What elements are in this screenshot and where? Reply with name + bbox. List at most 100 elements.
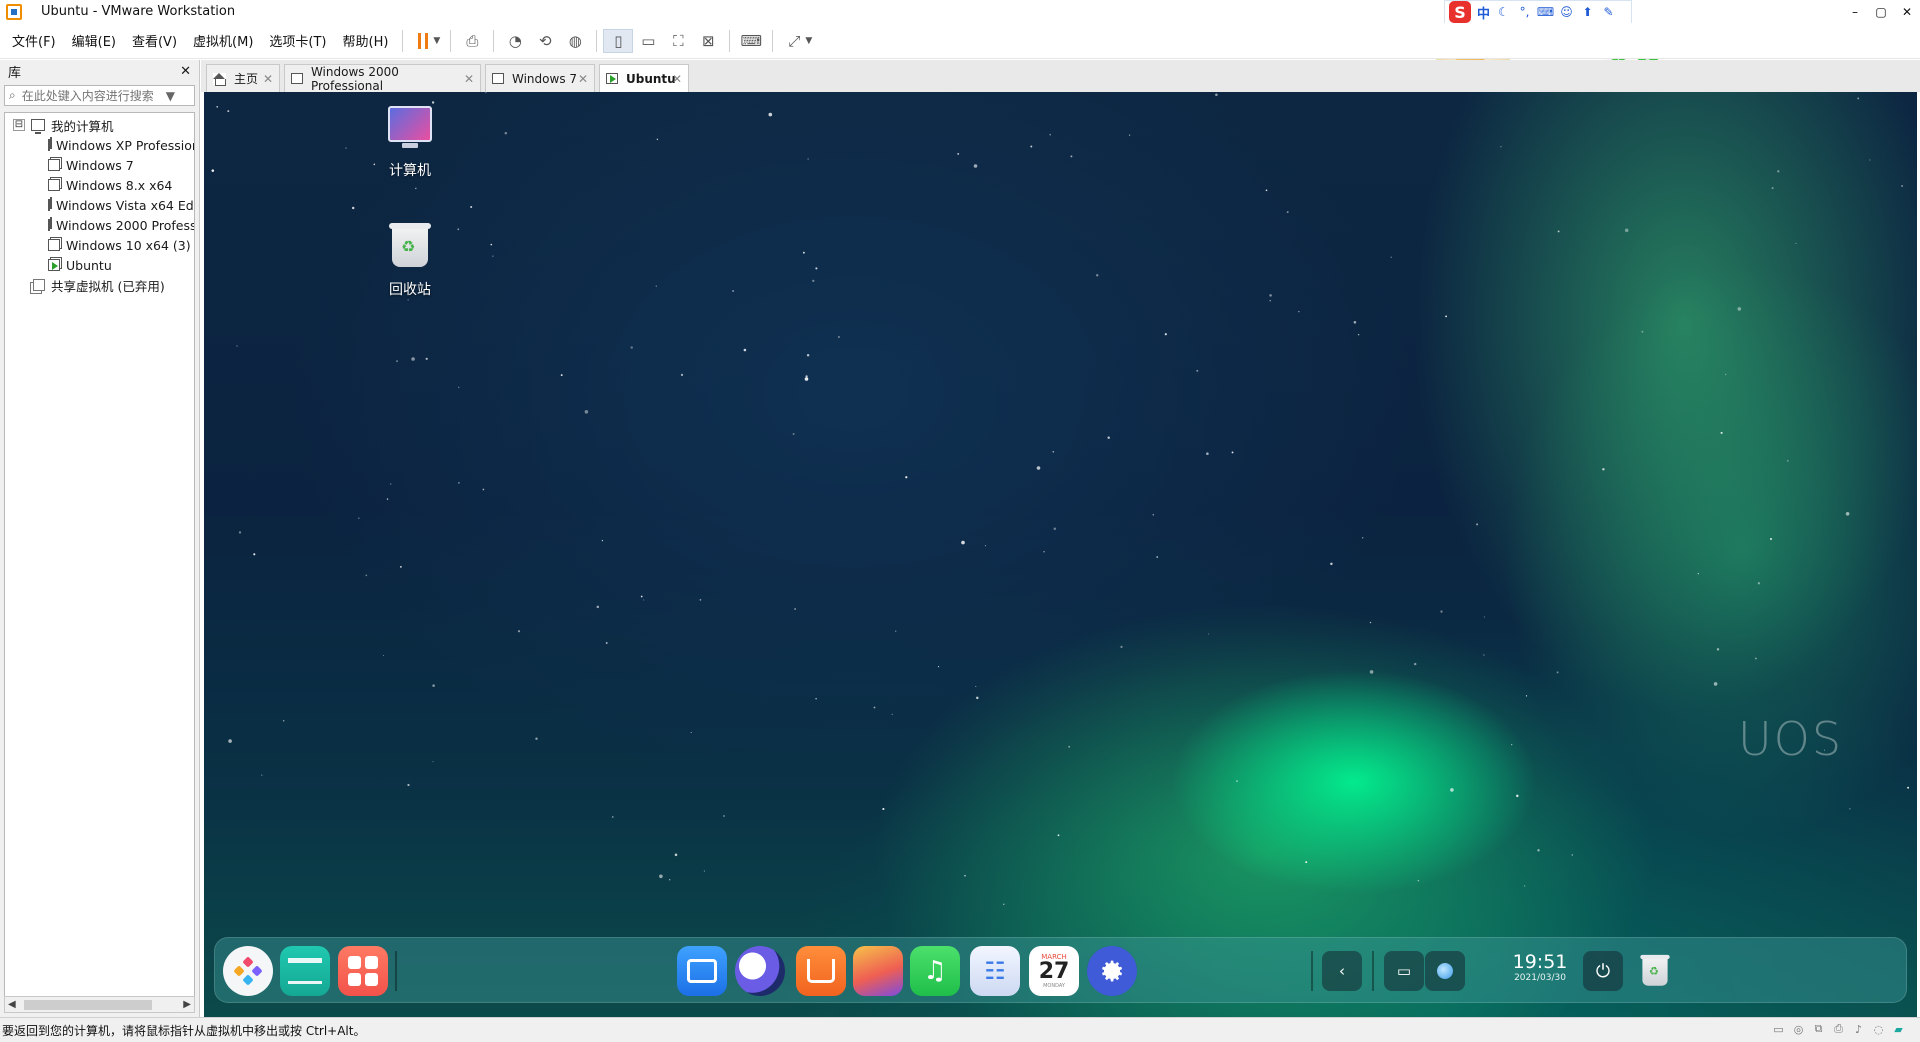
show-library-button[interactable]: ▯ — [603, 28, 634, 53]
full-screen-button[interactable]: ⛶ — [663, 29, 693, 53]
ime-mode-toggle[interactable]: 中 — [1477, 3, 1490, 22]
tab-windows-2000[interactable]: Windows 2000 Professional ✕ — [284, 64, 481, 93]
ime-toolbar[interactable]: S 中 ☾ °, ⌨ ☺ ⬆ ✎ — [1444, 0, 1632, 24]
tree-item-shared-vms[interactable]: 共享虚拟机 (已弃用) — [5, 275, 194, 295]
desktop-icon-computer[interactable]: 计算机 — [365, 106, 455, 180]
maximize-button[interactable]: ▢ — [1868, 0, 1894, 23]
music-icon[interactable]: ♫ — [910, 946, 960, 996]
star — [1286, 211, 1289, 214]
menu-vm[interactable]: 虚拟机(M) — [185, 31, 261, 50]
tree-item-vm[interactable]: Windows Vista x64 Edition — [5, 195, 194, 215]
calendar-icon[interactable]: MARCH 27 MONDAY — [1029, 946, 1079, 996]
image-viewer-icon[interactable] — [853, 946, 903, 996]
launcher-icon[interactable] — [223, 946, 273, 996]
browser-icon[interactable] — [735, 946, 785, 996]
revert-snapshot-button[interactable]: ⟲ — [530, 29, 560, 53]
chevron-down-icon[interactable]: ▼ — [433, 36, 440, 46]
hard-disk-icon[interactable]: ▭ — [1771, 1022, 1786, 1036]
tree-item-vm[interactable]: Windows 2000 Professional — [5, 215, 194, 235]
snapshot-manager-button[interactable]: ◍ — [560, 29, 590, 53]
moon-icon[interactable]: ☾ — [1496, 5, 1511, 19]
star — [1757, 582, 1761, 585]
wrench-icon[interactable]: ✎ — [1601, 5, 1616, 19]
app-store-icon[interactable] — [796, 946, 846, 996]
guest-desktop[interactable]: 计算机 回收站 UOS — [204, 92, 1917, 1017]
close-icon[interactable]: ✕ — [263, 72, 273, 86]
desktop-icon-trash[interactable]: 回收站 — [365, 223, 455, 299]
network-icon[interactable] — [1425, 951, 1465, 991]
menu-file[interactable]: 文件(F) — [4, 31, 64, 50]
star — [1777, 170, 1780, 173]
library-horizontal-scrollbar[interactable]: ◀ ▶ — [4, 996, 195, 1013]
trash-icon[interactable] — [1635, 951, 1675, 991]
tree-root-my-computer[interactable]: ⊟ 我的计算机 — [5, 115, 194, 135]
collapse-toggle-icon[interactable]: ⊟ — [13, 119, 25, 131]
power-icon[interactable]: ⏻ — [1583, 951, 1623, 991]
tab-home[interactable]: 主页 ✕ — [206, 64, 280, 92]
folder-glyph — [687, 959, 717, 983]
star — [1511, 744, 1513, 746]
shirt-icon[interactable]: ⬆ — [1580, 5, 1595, 19]
settings-icon[interactable]: ⚙ — [1087, 946, 1137, 996]
file-manager-icon[interactable] — [677, 946, 727, 996]
tab-bar: 主页 ✕ Windows 2000 Professional ✕ Windows… — [201, 60, 1920, 93]
close-icon[interactable]: ✕ — [464, 72, 474, 86]
star — [596, 605, 600, 609]
chevron-down-icon[interactable]: ▼ — [805, 36, 812, 46]
tab-windows-7[interactable]: Windows 7 ✕ — [485, 64, 595, 92]
toolbar-separator — [450, 29, 452, 52]
network-adapter-icon[interactable]: ⧉ — [1811, 1022, 1826, 1036]
calendar-weekday: MONDAY — [1043, 983, 1065, 989]
scroll-right-icon[interactable]: ▶ — [183, 999, 191, 1010]
star — [1269, 294, 1272, 297]
menu-edit[interactable]: 编辑(E) — [64, 31, 124, 50]
console-view-button[interactable]: ⌨ — [736, 29, 766, 53]
multitask-view-icon[interactable] — [280, 946, 330, 996]
scrollbar-thumb[interactable] — [24, 1000, 152, 1010]
tree-item-vm[interactable]: Windows XP Professional — [5, 135, 194, 155]
contacts-icon[interactable]: ☷ — [970, 946, 1020, 996]
chevron-down-icon[interactable]: ▼ — [166, 89, 175, 103]
tab-ubuntu[interactable]: Ubuntu ✕ — [599, 64, 689, 92]
star — [905, 476, 908, 479]
clock[interactable]: 19:51 2021/03/30 — [1510, 952, 1570, 984]
send-ctrl-alt-del-button[interactable]: ⎙ — [457, 29, 487, 53]
sound-icon[interactable]: ♪ — [1851, 1022, 1866, 1036]
star — [560, 374, 563, 377]
notification-icon[interactable]: ▭ — [1384, 951, 1424, 991]
punctuation-icon[interactable]: °, — [1517, 5, 1532, 19]
sogou-logo-icon[interactable]: S — [1449, 1, 1471, 23]
printer-icon[interactable]: ⎙ — [1831, 1022, 1846, 1036]
minimize-button[interactable]: – — [1842, 0, 1868, 23]
library-search-input[interactable] — [21, 88, 160, 103]
cd-rom-icon[interactable]: ◎ — [1791, 1022, 1806, 1036]
unity-button[interactable]: ⊠ — [693, 29, 723, 53]
usb-icon[interactable]: ◌ — [1871, 1022, 1886, 1036]
library-search[interactable]: ⌕ ▼ — [4, 85, 195, 106]
library-close-button[interactable]: ✕ — [180, 64, 191, 79]
toggle-desktop-icon[interactable] — [338, 946, 388, 996]
trash-glyph — [1640, 954, 1670, 986]
user-icon[interactable]: ☺ — [1559, 5, 1574, 19]
collapse-arrow-icon[interactable]: ‹ — [1322, 951, 1362, 991]
message-icon[interactable]: ▰ — [1891, 1022, 1906, 1036]
thumbnail-bar-button[interactable]: ▭ — [633, 29, 663, 53]
tree-item-vm[interactable]: Windows 10 x64 (3) — [5, 235, 194, 255]
star — [490, 243, 493, 246]
close-button[interactable]: ✕ — [1894, 0, 1920, 23]
menu-bar: 文件(F) 编辑(E) 查看(V) 虚拟机(M) 选项卡(T) 帮助(H) ▼ … — [0, 23, 1920, 59]
star — [815, 267, 818, 270]
tree-item-vm-ubuntu[interactable]: Ubuntu — [5, 255, 194, 275]
close-icon[interactable]: ✕ — [578, 72, 588, 86]
menu-tabs[interactable]: 选项卡(T) — [261, 31, 334, 50]
keyboard-icon[interactable]: ⌨ — [1537, 5, 1554, 19]
menu-help[interactable]: 帮助(H) — [335, 31, 397, 50]
snapshot-button[interactable]: ◔ — [500, 29, 530, 53]
vm-running-icon — [48, 259, 60, 271]
star — [961, 540, 965, 545]
menu-view[interactable]: 查看(V) — [124, 31, 185, 50]
tree-item-vm[interactable]: Windows 8.x x64 — [5, 175, 194, 195]
tree-item-vm[interactable]: Windows 7 — [5, 155, 194, 175]
close-icon[interactable]: ✕ — [672, 72, 682, 86]
scroll-left-icon[interactable]: ◀ — [8, 999, 16, 1010]
